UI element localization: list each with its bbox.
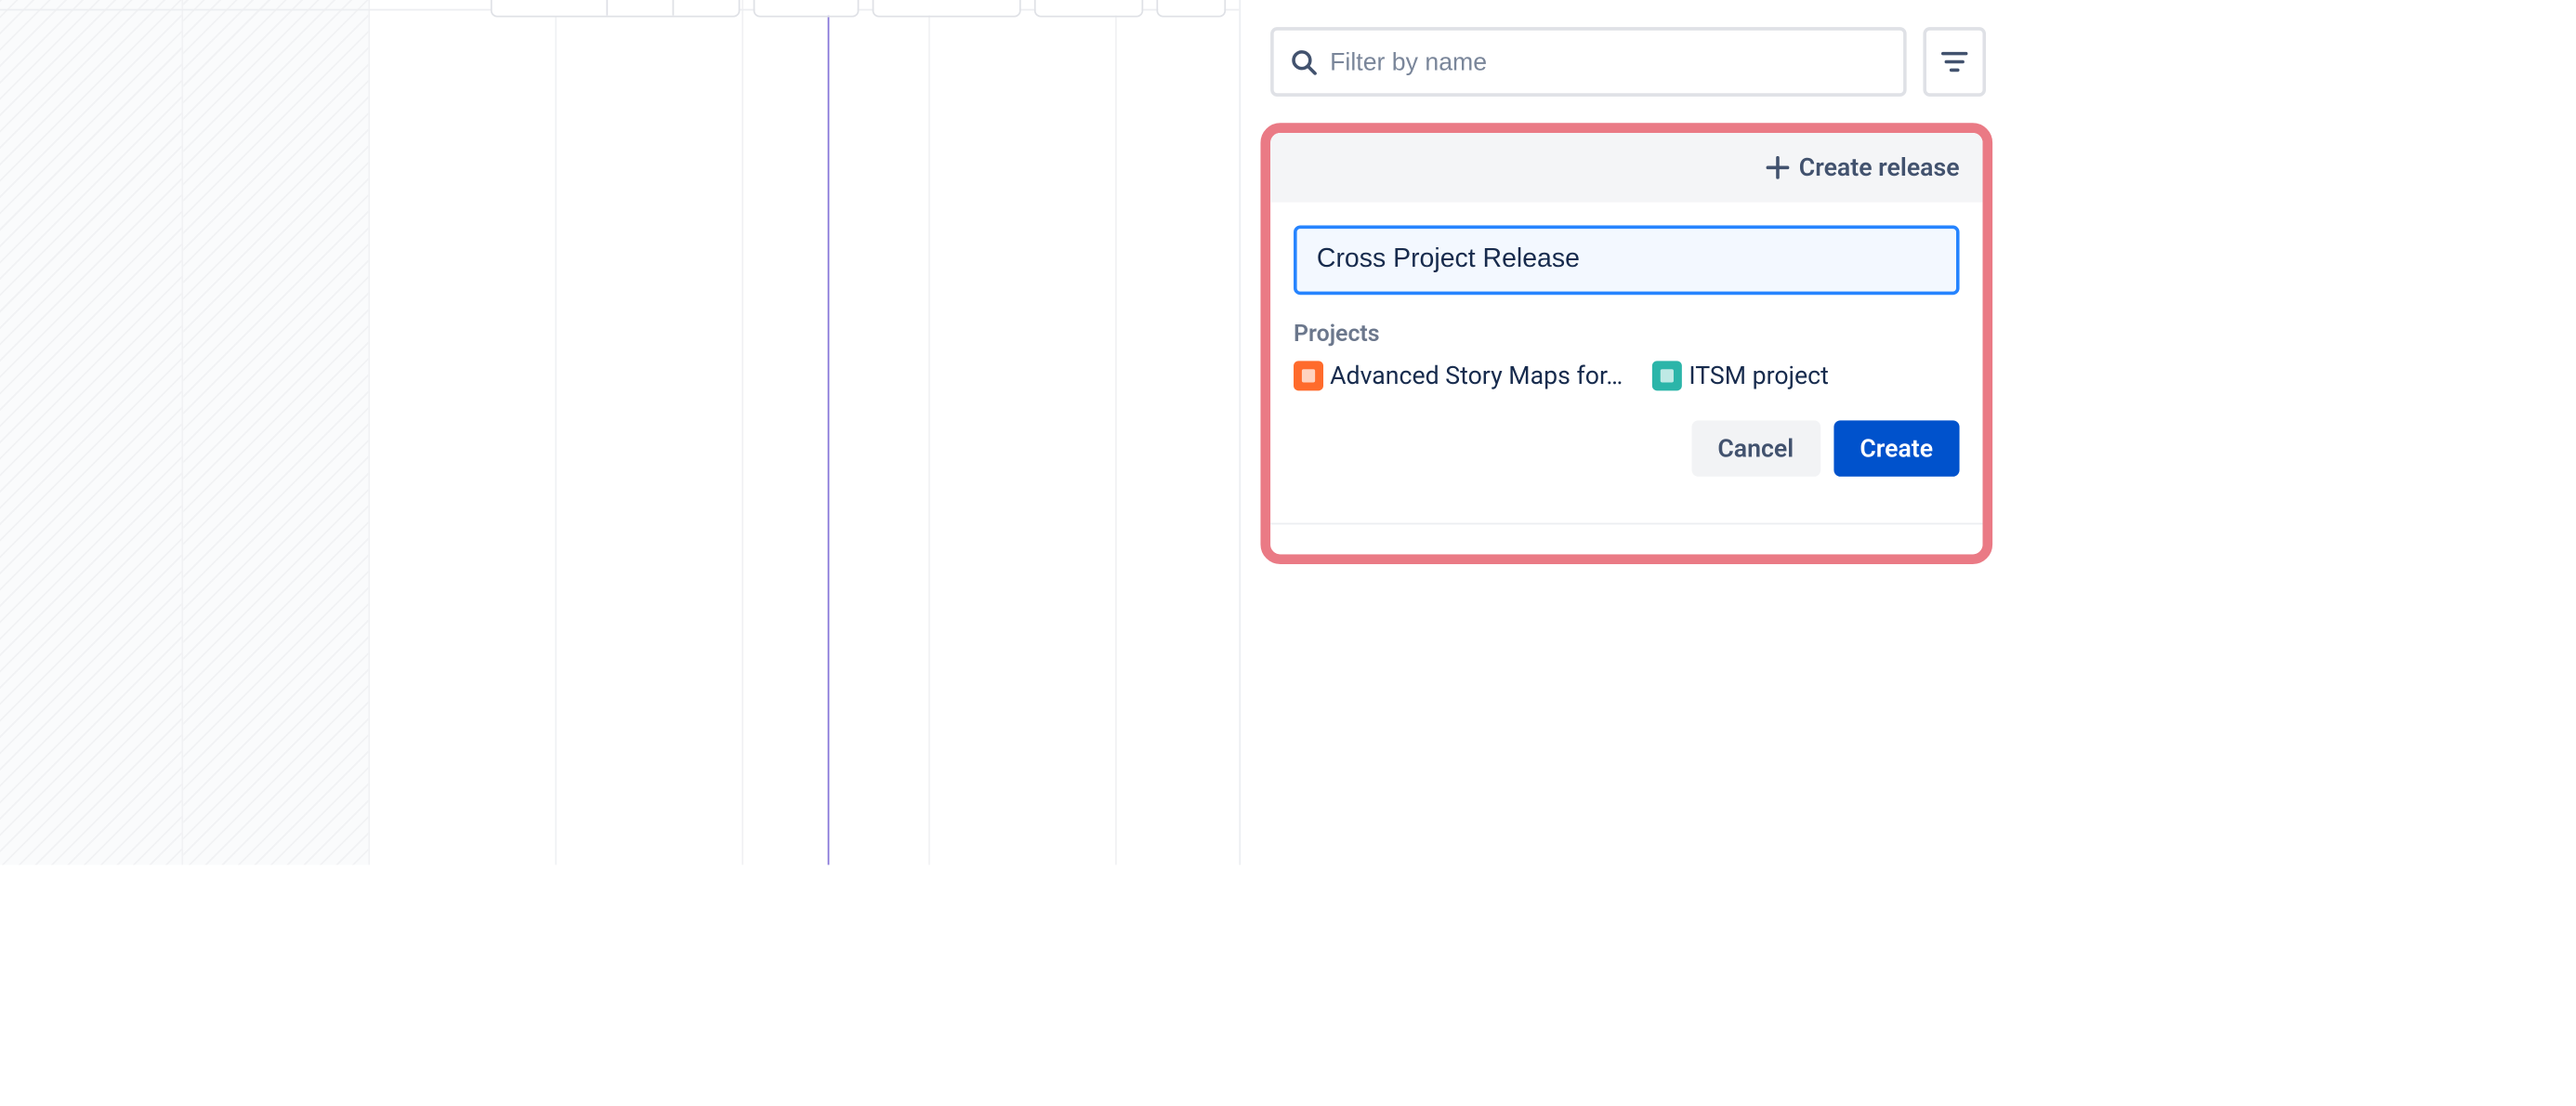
- grid-column: [743, 0, 930, 865]
- grid-column: [557, 0, 743, 865]
- create-button[interactable]: Create: [1833, 420, 1960, 476]
- grid-column: [930, 0, 1117, 865]
- cancel-button[interactable]: Cancel: [1691, 420, 1820, 476]
- project-icon: [1652, 361, 1682, 390]
- close-panel-button[interactable]: [1939, 0, 1986, 10]
- filter-input[interactable]: [1330, 47, 1886, 75]
- projects-label: Projects: [1294, 322, 1960, 348]
- grid-column: [370, 0, 557, 865]
- grid-column: [183, 0, 370, 865]
- project-name: Advanced Story Maps for…: [1330, 361, 1623, 390]
- project-name: ITSM project: [1689, 361, 1828, 390]
- project-icon: [1294, 361, 1323, 390]
- filter-settings-button[interactable]: [1923, 27, 1986, 97]
- today-button[interactable]: Today: [493, 0, 606, 16]
- plus-icon: [1766, 156, 1789, 179]
- filter-icon: [1939, 47, 1969, 77]
- project-chip[interactable]: ITSM project: [1652, 361, 1829, 390]
- grid-column: [0, 0, 183, 865]
- timeline-toolbar: Today Filter Group by Color: [491, 0, 1226, 18]
- create-release-card: Create release Projects Advanced Story M…: [1260, 123, 1992, 564]
- filter-input-wrapper[interactable]: [1270, 27, 1907, 97]
- create-release-link[interactable]: Create release: [1270, 133, 1982, 203]
- zoom-in-button[interactable]: [606, 0, 672, 16]
- zoom-out-button[interactable]: [672, 0, 738, 16]
- release-name-input[interactable]: [1294, 226, 1960, 296]
- unscheduled-panel: Unscheduled releases: [1239, 0, 2012, 865]
- current-time-indicator: [827, 0, 829, 865]
- filter-button[interactable]: Filter: [755, 0, 858, 16]
- color-button[interactable]: Color: [1036, 0, 1142, 16]
- grid-column: [1117, 0, 1240, 865]
- timeline[interactable]: Cross-Project Releases Today Filter Grou…: [0, 0, 1239, 865]
- create-release-label: Create release: [1799, 152, 1960, 182]
- panel-title: Unscheduled releases: [1270, 0, 1611, 4]
- group-by-button[interactable]: Group by: [874, 0, 1019, 16]
- project-chip[interactable]: Advanced Story Maps for…: [1294, 361, 1623, 390]
- share-button[interactable]: [1158, 0, 1224, 16]
- search-icon: [1290, 48, 1316, 74]
